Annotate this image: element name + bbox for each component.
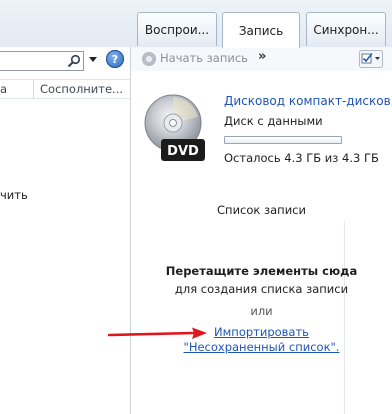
capacity-bar [224,136,342,144]
more-commands-button[interactable]: » [258,49,266,64]
burn-list-title: Список записи [217,203,306,217]
options-icon[interactable] [359,50,383,68]
red-arrow-icon [108,327,207,339]
tab-sync[interactable]: Синхрон... [306,12,386,46]
burn-disc-icon [142,52,156,66]
column-header-title[interactable]: а [0,82,7,96]
create-list-hint: для создания списка записи [174,282,349,296]
dvd-badge: DVD [167,144,199,159]
drag-here-heading: Перетащите элементы сюда [165,264,358,278]
search-icon[interactable] [67,54,81,68]
list-item[interactable]: чить [0,188,28,202]
burn-toolbar: Начать запись » [131,47,392,71]
drive-name-link[interactable]: Дисковод компакт-дисков... [224,94,392,108]
tab-playback[interactable]: Воспрои... [137,12,217,46]
space-remaining-label: Осталось 4.3 ГБ из 4.3 ГБ [224,151,379,165]
unsaved-list-link[interactable]: "Несохраненный список". [131,340,392,354]
help-icon[interactable]: ? [106,50,124,68]
library-pane: ? а Сосполните... чить [0,47,131,414]
tab-burn[interactable]: Запись [222,12,300,48]
dvd-disc-icon: DVD [144,94,205,161]
column-divider[interactable] [33,80,34,99]
search-input[interactable] [0,51,84,71]
column-header-contributor[interactable]: Сосполните... [40,82,123,96]
disc-type-label: Диск с данными [224,114,323,128]
burn-pane: Начать запись » DVD Дисковод компакт-дис… [131,47,392,414]
dropdown-chevron-icon[interactable] [89,57,97,63]
column-header: а Сосполните... [0,79,130,99]
or-text: или [250,304,273,318]
start-burn-button[interactable]: Начать запись [160,51,248,65]
